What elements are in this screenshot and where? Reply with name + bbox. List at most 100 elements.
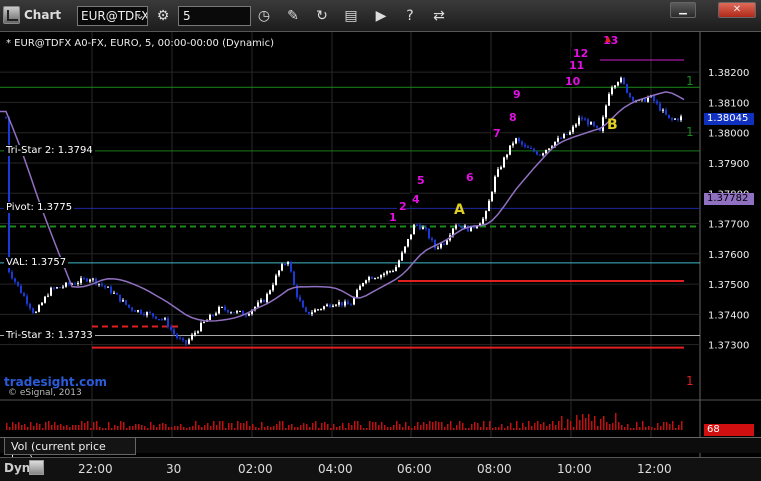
moving-average-price-tag: 1.37782 — [704, 192, 754, 205]
candle-body — [596, 125, 598, 128]
volume-bar — [480, 427, 482, 430]
help-icon[interactable]: ? — [400, 6, 420, 26]
volume-bar — [72, 425, 74, 430]
volume-bar — [54, 422, 56, 430]
volume-bar — [282, 421, 284, 430]
candle-body — [8, 117, 10, 273]
volume-bar — [234, 428, 236, 430]
volume-study-label[interactable]: Vol (current price bar) — [4, 437, 136, 466]
volume-bar — [51, 425, 53, 430]
candle-body — [515, 138, 517, 144]
gear-icon[interactable]: ⚙ — [153, 6, 173, 26]
volume-bar — [681, 421, 683, 430]
volume-value-tag: 68 — [704, 424, 754, 436]
volume-bar — [6, 423, 8, 430]
volume-bar — [342, 423, 344, 430]
volume-bar — [507, 426, 509, 430]
volume-bar — [321, 423, 323, 430]
candle-body — [518, 138, 520, 142]
volume-bar — [675, 428, 677, 430]
volume-bar — [174, 426, 176, 430]
candle-body — [92, 278, 94, 280]
candle-body — [77, 282, 79, 284]
volume-bar — [198, 425, 200, 430]
candle-body — [179, 337, 181, 339]
play-icon[interactable]: ▶ — [371, 6, 391, 26]
volume-bar — [477, 423, 479, 430]
clock-icon[interactable]: ◷ — [254, 6, 274, 26]
volume-bar — [252, 424, 254, 430]
candle-body — [278, 270, 280, 276]
pencil-icon[interactable]: ✎ — [283, 6, 303, 26]
annotation-marker: 1 — [389, 211, 397, 224]
volume-bar — [483, 421, 485, 430]
volume-bar — [387, 427, 389, 430]
candle-body — [170, 327, 172, 330]
volume-bar — [339, 426, 341, 430]
candle-body — [590, 121, 592, 125]
candle-body — [419, 224, 421, 230]
zoom-icon[interactable] — [29, 460, 44, 475]
volume-bar — [36, 423, 38, 430]
candle-body — [371, 277, 373, 279]
annotation-marker: 5 — [417, 174, 425, 187]
volume-bar — [216, 425, 218, 430]
candle-body — [110, 286, 112, 293]
volume-bar — [78, 425, 80, 430]
volume-bar — [651, 427, 653, 430]
price-tick-label: 1.37300 — [708, 341, 749, 352]
volume-bar — [249, 426, 251, 430]
volume-bar — [630, 428, 632, 430]
volume-bar — [468, 428, 470, 430]
price-chart[interactable]: 1.382001.381001.380001.379001.378001.377… — [0, 32, 761, 457]
candle-body — [446, 240, 448, 245]
candle-body — [146, 312, 148, 316]
refresh-icon[interactable]: ↻ — [312, 6, 332, 26]
candle-body — [410, 234, 412, 240]
volume-bar — [612, 423, 614, 430]
volume-bar — [144, 426, 146, 430]
candle-body — [122, 300, 124, 302]
price-tick-label: 1.37900 — [708, 159, 749, 170]
volume-bar — [405, 422, 407, 430]
candle-body — [632, 96, 634, 101]
link-icon[interactable]: ⇄ — [429, 6, 449, 26]
candle-body — [26, 296, 28, 304]
candle-body — [227, 309, 229, 313]
volume-bar — [594, 416, 596, 430]
annotation-marker: 4 — [412, 193, 420, 206]
volume-bar — [603, 416, 605, 430]
candle-body — [521, 141, 523, 145]
candle-body — [626, 84, 628, 93]
sig-icon[interactable]: ▤ — [341, 6, 361, 26]
volume-bar — [660, 426, 662, 430]
volume-bar — [183, 427, 185, 430]
candle-body — [440, 243, 442, 248]
interval-input[interactable]: 5 — [178, 6, 251, 26]
dyn-mode-label[interactable]: Dyn — [4, 461, 30, 475]
candle-body — [233, 312, 235, 314]
volume-bar — [375, 422, 377, 430]
candle-body — [68, 282, 70, 285]
volume-bar — [366, 428, 368, 430]
volume-bar — [348, 423, 350, 430]
candle-body — [74, 283, 76, 285]
volume-bar — [576, 415, 578, 430]
symbol-dropdown-icon[interactable]: ⌄ — [132, 6, 148, 26]
candle-body — [143, 313, 145, 316]
volume-bar — [588, 414, 590, 430]
volume-bar — [135, 424, 137, 430]
volume-bar — [642, 421, 644, 430]
close-button[interactable]: ✕ — [718, 2, 756, 18]
candle-body — [293, 271, 295, 286]
volume-bar — [324, 422, 326, 430]
candle-body — [362, 283, 364, 287]
candle-body — [383, 273, 385, 276]
chart-canvas[interactable]: 1.382001.381001.380001.379001.378001.377… — [0, 32, 761, 457]
volume-bar — [69, 427, 71, 430]
level-label: VAL: 1.3757 — [4, 256, 69, 268]
candle-body — [59, 287, 61, 289]
volume-bar — [555, 425, 557, 430]
candle-body — [14, 278, 16, 282]
minimize-button[interactable]: ▁ — [670, 2, 696, 18]
